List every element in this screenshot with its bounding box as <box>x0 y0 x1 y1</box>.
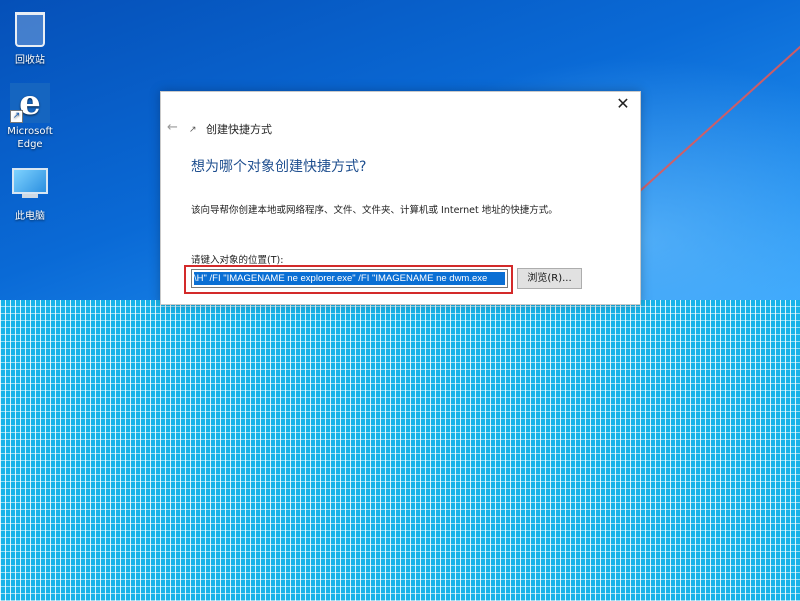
browse-button[interactable]: 浏览(R)... <box>517 268 582 289</box>
edge-icon: e ↗ <box>10 83 50 123</box>
shortcut-arrow-icon: ↗ <box>10 110 23 123</box>
close-icon: ✕ <box>616 94 630 113</box>
back-arrow-icon: ← <box>167 120 178 135</box>
wallpaper-light-beam <box>639 36 800 192</box>
desktop-icon-microsoft-edge[interactable]: e ↗ Microsoft Edge <box>0 83 60 151</box>
desktop-icon-label: Edge <box>17 139 43 150</box>
location-input[interactable]: \H" /FI "IMAGENAME ne explorer.exe" /FI … <box>191 269 508 288</box>
desktop-icon-this-pc[interactable]: 此电脑 <box>0 162 60 223</box>
recycle-bin-icon <box>10 12 50 52</box>
desktop-icon-recycle-bin[interactable]: 回收站 <box>0 6 60 67</box>
computer-icon <box>10 168 50 208</box>
create-shortcut-dialog: ✕ ← ↗ 创建快捷方式 想为哪个对象创建快捷方式? 该向导帮你创建本地或网络程… <box>160 91 641 305</box>
dialog-title: 创建快捷方式 <box>206 123 272 136</box>
desktop-icon-label: 此电脑 <box>15 211 45 222</box>
shortcut-wizard-icon: ↗ <box>189 125 197 135</box>
back-button[interactable]: ← <box>167 120 178 135</box>
wizard-heading: 想为哪个对象创建快捷方式? <box>191 159 367 175</box>
wizard-description: 该向导帮你创建本地或网络程序、文件、文件夹、计算机或 Internet 地址的快… <box>191 205 558 216</box>
desktop-icon-label: 回收站 <box>15 55 45 66</box>
close-button[interactable]: ✕ <box>612 94 634 114</box>
location-label: 请键入对象的位置(T): <box>191 255 284 266</box>
corrupted-screen-region <box>0 300 800 601</box>
desktop-icon-label: Microsoft <box>7 126 53 137</box>
location-input-value: \H" /FI "IMAGENAME ne explorer.exe" /FI … <box>194 272 505 285</box>
